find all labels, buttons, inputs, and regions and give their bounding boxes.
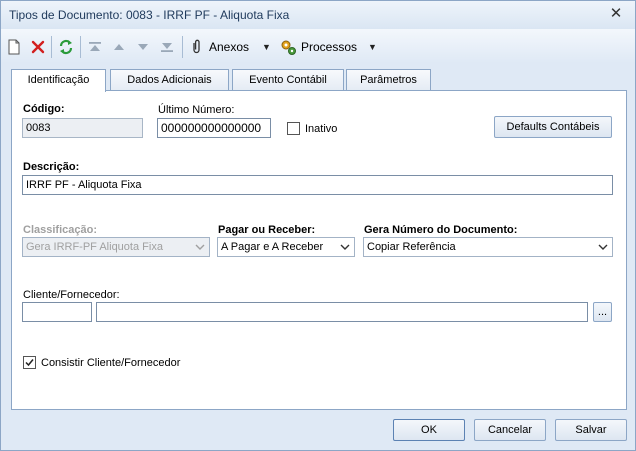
codigo-label: Código: — [23, 103, 65, 115]
last-record-icon — [161, 43, 173, 52]
anexos-dropdown-icon[interactable]: ▼ — [262, 37, 271, 57]
previous-record-button[interactable] — [112, 37, 126, 57]
identificacao-panel: Código: 0083 Último Número: 000000000000… — [11, 90, 627, 410]
title-bar: Tipos de Documento: 0083 - IRRF PF - Ali… — [1, 1, 635, 29]
classificacao-value: Gera IRRF-PF Aliquota Fixa — [26, 241, 163, 253]
chevron-down-icon — [340, 244, 350, 250]
checkmark-icon — [25, 359, 34, 367]
refresh-button[interactable] — [58, 37, 74, 57]
descricao-label: Descrição: — [23, 161, 80, 173]
gera-numero-value: Copiar Referência — [367, 241, 456, 253]
inativo-checkbox[interactable] — [287, 122, 300, 135]
consistir-checkbox[interactable] — [23, 356, 36, 369]
processos-button[interactable]: Processos — [280, 37, 357, 57]
new-document-icon — [8, 39, 20, 55]
chevron-down-icon — [195, 244, 205, 250]
cliente-code-field[interactable] — [22, 302, 92, 322]
consistir-label: Consistir Cliente/Fornecedor — [41, 357, 181, 369]
cancel-button[interactable]: Cancelar — [474, 419, 546, 441]
cliente-fornecedor-label: Cliente/Fornecedor: — [23, 289, 120, 301]
tab-evento-contabil[interactable]: Evento Contábil — [232, 69, 344, 91]
ok-button[interactable]: OK — [393, 419, 465, 441]
refresh-icon — [59, 39, 73, 55]
delete-icon — [31, 40, 45, 54]
save-button[interactable]: Salvar — [555, 419, 627, 441]
processos-label: Processos — [301, 40, 358, 54]
delete-button[interactable] — [31, 37, 45, 57]
ultimo-numero-label: Último Número: — [158, 104, 235, 116]
pagar-receber-select[interactable]: A Pagar e A Receber — [217, 237, 355, 257]
gera-numero-select[interactable]: Copiar Referência — [363, 237, 613, 257]
toolbar-separator — [80, 36, 81, 58]
processos-dropdown-icon[interactable]: ▼ — [368, 37, 377, 57]
ultimo-numero-field[interactable]: 000000000000000 — [157, 118, 271, 138]
lookup-button[interactable]: ... — [593, 302, 612, 322]
tab-parametros[interactable]: Parâmetros — [346, 69, 431, 91]
last-record-button[interactable] — [160, 37, 174, 57]
paperclip-icon — [193, 39, 200, 54]
dialog-window: Tipos de Documento: 0083 - IRRF PF - Ali… — [0, 0, 636, 451]
next-record-button[interactable] — [136, 37, 150, 57]
anexos-button[interactable]: Anexos — [189, 37, 249, 57]
gera-numero-label: Gera Número do Documento: — [364, 224, 518, 236]
toolbar-separator — [182, 36, 183, 58]
codigo-field[interactable]: 0083 — [22, 118, 143, 138]
previous-record-icon — [114, 44, 124, 50]
toolbar-separator — [51, 36, 52, 58]
cliente-name-field[interactable] — [96, 302, 588, 322]
pagar-receber-value: A Pagar e A Receber — [221, 241, 324, 253]
toolbar: Anexos ▼ Processos ▼ — [1, 29, 635, 63]
chevron-down-icon — [598, 244, 608, 250]
tab-dados-adicionais[interactable]: Dados Adicionais — [110, 69, 229, 91]
new-button[interactable] — [7, 37, 21, 57]
descricao-field[interactable]: IRRF PF - Aliquota Fixa — [22, 175, 613, 195]
first-record-icon — [89, 42, 101, 51]
inativo-label: Inativo — [305, 123, 338, 135]
first-record-button[interactable] — [88, 37, 102, 57]
anexos-label: Anexos — [209, 40, 250, 54]
pagar-receber-label: Pagar ou Receber: — [218, 224, 316, 236]
window-title: Tipos de Documento: 0083 - IRRF PF - Ali… — [9, 8, 290, 22]
close-button[interactable]: ✕ — [607, 5, 625, 23]
defaults-contabeis-button[interactable]: Defaults Contábeis — [494, 116, 612, 138]
processes-gear-icon — [281, 40, 296, 55]
tab-identificacao[interactable]: Identificação — [11, 69, 106, 92]
classificacao-label: Classificação: — [23, 224, 97, 236]
classificacao-select: Gera IRRF-PF Aliquota Fixa — [22, 237, 210, 257]
next-record-icon — [138, 44, 148, 50]
